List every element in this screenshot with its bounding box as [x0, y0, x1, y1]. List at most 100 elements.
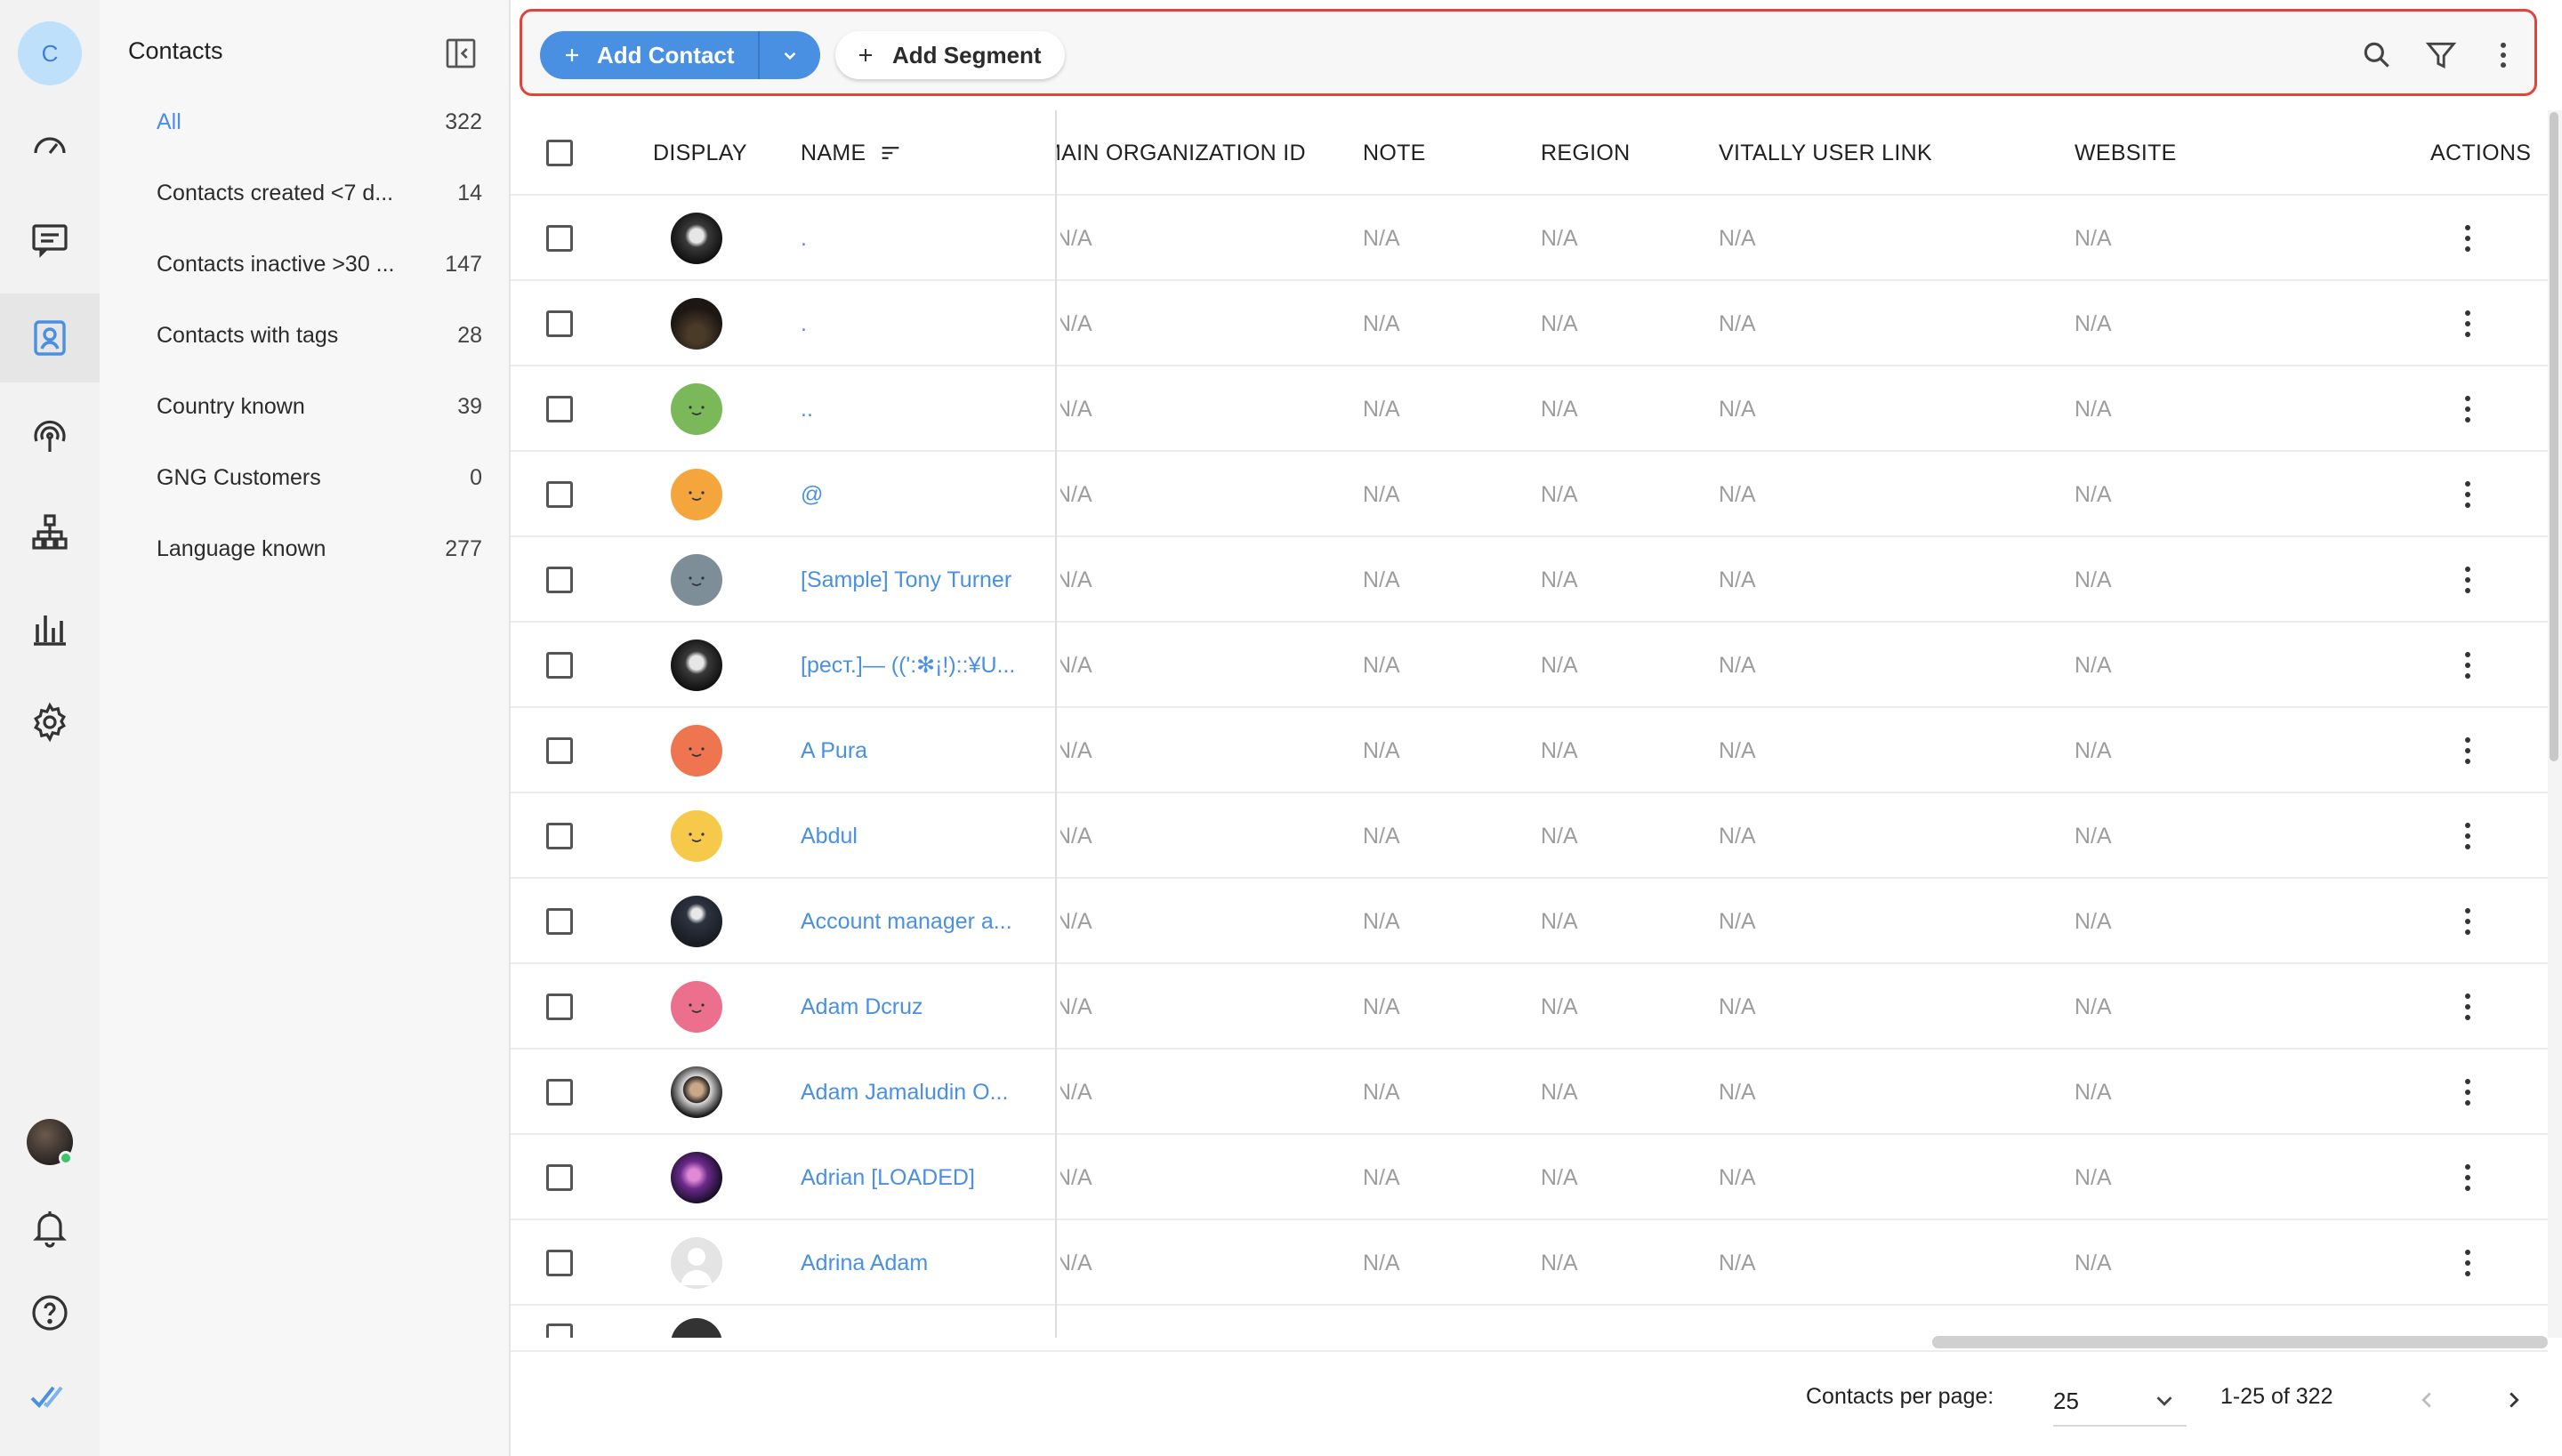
- contact-avatar[interactable]: [671, 1318, 722, 1338]
- row-checkbox[interactable]: [546, 1079, 573, 1106]
- row-checkbox[interactable]: [546, 1250, 573, 1276]
- settings-icon[interactable]: [0, 678, 100, 767]
- vertical-scrollbar-thumb[interactable]: [2550, 112, 2558, 761]
- contact-name-link[interactable]: Abdul: [801, 824, 858, 849]
- contact-avatar[interactable]: [671, 554, 722, 606]
- contact-name-link[interactable]: [Sample] Tony Turner: [801, 567, 1011, 593]
- table-row[interactable]: . N/A N/A N/A N/A N/A: [511, 196, 2548, 281]
- contact-avatar[interactable]: [671, 896, 722, 947]
- table-row[interactable]: Adam Jamaludin O... N/A N/A N/A N/A N/A: [511, 1050, 2548, 1135]
- row-checkbox[interactable]: [546, 737, 573, 764]
- contact-name-link[interactable]: A Pura: [801, 738, 867, 764]
- more-options-icon[interactable]: [2481, 33, 2526, 77]
- horizontal-scrollbar-thumb[interactable]: [1932, 1336, 2548, 1348]
- table-row[interactable]: Adrina Adam N/A N/A N/A N/A N/A: [511, 1220, 2548, 1306]
- row-actions-icon[interactable]: [2462, 793, 2473, 879]
- broadcast-icon[interactable]: [0, 391, 100, 480]
- contact-avatar[interactable]: [671, 1152, 722, 1203]
- contact-name-link[interactable]: Account manager a...: [801, 909, 1012, 935]
- row-actions-icon[interactable]: [2462, 1220, 2473, 1306]
- dashboard-icon[interactable]: [0, 101, 100, 190]
- add-segment-button[interactable]: Add Segment: [835, 31, 1065, 79]
- table-row[interactable]: Account manager a... N/A N/A N/A N/A N/A: [511, 879, 2548, 964]
- row-checkbox[interactable]: [546, 908, 573, 935]
- contact-name-link[interactable]: @: [801, 482, 823, 508]
- next-page-button[interactable]: [2494, 1380, 2534, 1420]
- contact-avatar[interactable]: [671, 810, 722, 862]
- row-checkbox[interactable]: [546, 993, 573, 1020]
- row-checkbox[interactable]: [546, 396, 573, 422]
- header-name[interactable]: NAME: [801, 110, 903, 196]
- contact-name-link[interactable]: Adrian [LOADED]: [801, 1165, 975, 1191]
- row-checkbox[interactable]: [546, 652, 573, 679]
- previous-page-button[interactable]: [2407, 1380, 2446, 1420]
- contact-name-link[interactable]: ..: [801, 397, 813, 422]
- row-actions-icon[interactable]: [2462, 1050, 2473, 1135]
- collapse-panel-icon[interactable]: [443, 36, 479, 71]
- contact-avatar[interactable]: [671, 725, 722, 776]
- filter-icon[interactable]: [2419, 33, 2463, 77]
- contact-name-link[interactable]: .: [801, 311, 807, 337]
- row-actions-icon[interactable]: [2462, 708, 2473, 793]
- row-actions-icon[interactable]: [2462, 537, 2473, 623]
- segment-gng-customers[interactable]: GNG Customers 0: [157, 455, 482, 500]
- table-row[interactable]: Adam Dcruz N/A N/A N/A N/A N/A: [511, 964, 2548, 1050]
- search-icon[interactable]: [2355, 33, 2399, 77]
- segment-with-tags[interactable]: Contacts with tags 28: [157, 313, 482, 358]
- workflows-icon[interactable]: [0, 487, 100, 576]
- segment-country-known[interactable]: Country known 39: [157, 384, 482, 429]
- contact-name-link[interactable]: Adam Dcruz: [801, 994, 923, 1020]
- row-actions-icon[interactable]: [2462, 281, 2473, 366]
- contact-avatar[interactable]: [671, 640, 722, 691]
- row-actions-icon[interactable]: [2462, 964, 2473, 1050]
- notifications-icon[interactable]: [0, 1183, 100, 1272]
- reports-icon[interactable]: [0, 583, 100, 672]
- table-row[interactable]: .. N/A N/A N/A N/A N/A: [511, 366, 2548, 452]
- contact-avatar[interactable]: [671, 1066, 722, 1118]
- row-checkbox[interactable]: [546, 225, 573, 252]
- segment-created-recent[interactable]: Contacts created <7 d... 14: [157, 171, 482, 215]
- row-actions-icon[interactable]: [2462, 1135, 2473, 1220]
- table-row[interactable]: [Sample] Tony Turner N/A N/A N/A N/A N/A: [511, 537, 2548, 623]
- select-all-checkbox[interactable]: [546, 140, 573, 166]
- table-row[interactable]: Adrian [LOADED] N/A N/A N/A N/A N/A: [511, 1135, 2548, 1220]
- contact-avatar[interactable]: [671, 1237, 722, 1289]
- contact-name-link[interactable]: Adam Jamaludin O...: [801, 1080, 1008, 1106]
- row-checkbox[interactable]: [546, 1323, 573, 1338]
- contact-avatar[interactable]: [671, 981, 722, 1033]
- row-actions-icon[interactable]: [2462, 879, 2473, 964]
- table-row[interactable]: A Pura N/A N/A N/A N/A N/A: [511, 708, 2548, 793]
- table-row[interactable]: . N/A N/A N/A N/A N/A: [511, 281, 2548, 366]
- segment-all[interactable]: All 322: [157, 100, 482, 144]
- row-checkbox[interactable]: [546, 1164, 573, 1191]
- row-checkbox[interactable]: [546, 310, 573, 337]
- add-contact-button[interactable]: Add Contact: [540, 31, 758, 79]
- sort-icon[interactable]: [878, 141, 903, 165]
- row-actions-icon[interactable]: [2462, 366, 2473, 452]
- row-checkbox[interactable]: [546, 481, 573, 508]
- contacts-icon[interactable]: [0, 294, 100, 382]
- table-row[interactable]: @ N/A N/A N/A N/A N/A: [511, 452, 2548, 537]
- table-row-partial[interactable]: [511, 1306, 2548, 1338]
- row-actions-icon[interactable]: [2462, 196, 2473, 281]
- workspace-avatar[interactable]: C: [18, 21, 82, 85]
- conversations-icon[interactable]: [0, 196, 100, 285]
- contact-avatar[interactable]: [671, 469, 722, 520]
- table-row[interactable]: [pecт.]— ((':✻¡!)::¥U... N/A N/A N/A N/A N/A: [511, 623, 2548, 708]
- row-checkbox[interactable]: [546, 567, 573, 593]
- add-contact-dropdown-button[interactable]: [757, 31, 820, 79]
- contact-avatar[interactable]: [671, 213, 722, 264]
- contact-name-link[interactable]: [pecт.]— ((':✻¡!)::¥U...: [801, 652, 1015, 679]
- per-page-select[interactable]: 25: [2053, 1377, 2187, 1427]
- row-actions-icon[interactable]: [2462, 452, 2473, 537]
- table-row[interactable]: Abdul N/A N/A N/A N/A N/A: [511, 793, 2548, 879]
- segment-language-known[interactable]: Language known 277: [157, 527, 482, 571]
- contact-avatar[interactable]: [671, 298, 722, 350]
- help-icon[interactable]: [0, 1268, 100, 1357]
- segment-inactive[interactable]: Contacts inactive >30 ... 147: [157, 242, 482, 286]
- row-actions-icon[interactable]: [2462, 623, 2473, 708]
- contact-avatar[interactable]: [671, 383, 722, 435]
- contact-name-link[interactable]: Adrina Adam: [801, 1251, 928, 1276]
- contact-name-link[interactable]: .: [801, 226, 807, 252]
- row-checkbox[interactable]: [546, 823, 573, 849]
